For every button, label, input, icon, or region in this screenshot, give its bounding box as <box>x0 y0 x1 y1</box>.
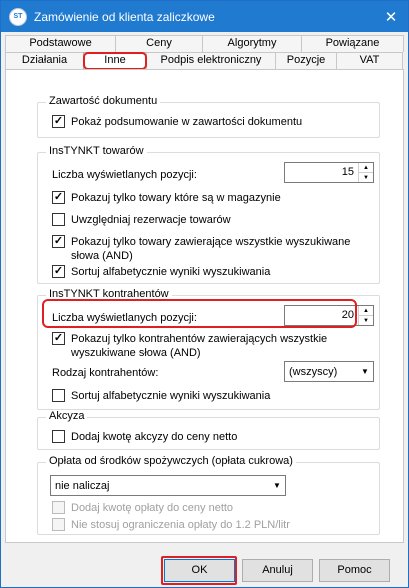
contractor-type-select[interactable]: (wszyscy) ▼ <box>284 361 374 382</box>
group-instynkt-goods: InsTYNKT towarów Liczba wyświetlanych po… <box>37 145 380 284</box>
goods-sort-option[interactable]: ✓ Sortuj alfabetycznie wyniki wyszukiwan… <box>52 265 270 279</box>
add-fee-option[interactable]: Dodaj kwotę opłaty do ceny netto <box>52 501 233 515</box>
stepper-down-icon[interactable]: ▼ <box>359 316 373 325</box>
tab-vat[interactable]: VAT <box>336 52 403 69</box>
chevron-down-icon[interactable]: ▼ <box>269 481 285 490</box>
option-label: Dodaj kwotę opłaty do ceny netto <box>71 502 234 514</box>
goods-reservations-option[interactable]: Uwzględniaj rezerwacje towarów <box>52 213 231 227</box>
chevron-down-icon[interactable]: ▼ <box>357 367 373 376</box>
option-label: Pokazuj tylko towary zawierające wszystk… <box>71 236 351 262</box>
option-label: Sortuj alfabetycznie wyniki wyszukiwania <box>71 390 271 402</box>
option-label: Dodaj kwotę akcyzy do ceny netto <box>71 431 238 443</box>
sugar-fee-mode-select[interactable]: nie naliczaj ▼ <box>50 475 286 496</box>
group-instynkt-contractors: InsTYNKT kontrahentów Liczba wyświetlany… <box>37 288 380 410</box>
dialog-window: ST Zamówienie od klienta zaliczkowe ✕ Po… <box>0 0 409 588</box>
window-title: Zamówienie od klienta zaliczkowe <box>34 9 215 24</box>
tab-row-top: Podstawowe Ceny Algorytmy Powiązane <box>5 35 404 52</box>
goods-count-stepper[interactable]: 15 ▲ ▼ <box>284 162 374 183</box>
no-limit-checkbox[interactable] <box>52 518 65 531</box>
stepper-value[interactable]: 20 <box>285 306 358 325</box>
help-button[interactable]: Pomoc <box>319 559 390 582</box>
tab-podpis-elektroniczny[interactable]: Podpis elektroniczny <box>146 52 276 69</box>
field-label: Rodzaj kontrahentów: <box>52 367 159 379</box>
option-label: Pokazuj tylko towary które są w magazyni… <box>71 192 281 204</box>
goods-sort-checkbox[interactable]: ✓ <box>52 265 65 278</box>
group-legend: InsTYNKT kontrahentów <box>46 288 172 300</box>
contractors-count-label: Liczba wyświetlanych pozycji: <box>52 311 197 325</box>
ok-button[interactable]: OK <box>164 559 235 582</box>
option-label: Uwzględniaj rezerwacje towarów <box>71 214 231 226</box>
goods-count-label: Liczba wyświetlanych pozycji: <box>52 168 197 182</box>
contractors-and-option[interactable]: ✓ Pokazuj tylko kontrahentów zawierający… <box>52 332 362 360</box>
group-legend: Opłata od środków spożywczych (opłata cu… <box>46 455 296 467</box>
stepper-up-icon[interactable]: ▲ <box>359 306 373 316</box>
app-logo-icon: ST <box>9 7 27 26</box>
tab-row-bottom: Działania Inne Podpis elektroniczny Pozy… <box>5 52 404 69</box>
group-document-content: Zawartość dokumentu ✓ Pokaż podsumowanie… <box>37 95 380 138</box>
select-value: nie naliczaj <box>55 479 110 492</box>
tab-dzialania[interactable]: Działania <box>5 52 84 69</box>
dialog-footer: OK Anuluj Pomoc <box>1 546 408 587</box>
goods-in-stock-option[interactable]: ✓ Pokazuj tylko towary które są w magazy… <box>52 191 281 205</box>
tab-podstawowe[interactable]: Podstawowe <box>5 35 116 52</box>
add-excise-checkbox[interactable] <box>52 430 65 443</box>
stepper-value[interactable]: 15 <box>285 163 358 182</box>
field-label: Liczba wyświetlanych pozycji: <box>52 169 197 181</box>
tab-panel-inne: Zawartość dokumentu ✓ Pokaż podsumowanie… <box>5 69 404 543</box>
group-legend: Zawartość dokumentu <box>46 95 161 107</box>
tab-powiazane[interactable]: Powiązane <box>301 35 404 52</box>
tab-inne[interactable]: Inne <box>83 52 147 69</box>
option-label: Nie stosuj ograniczenia opłaty do 1.2 PL… <box>71 519 290 531</box>
title-bar[interactable]: ST Zamówienie od klienta zaliczkowe ✕ <box>1 1 408 32</box>
group-sugar-fee: Opłata od środków spożywczych (opłata cu… <box>37 455 380 535</box>
tab-pozycje[interactable]: Pozycje <box>275 52 337 69</box>
field-label: Liczba wyświetlanych pozycji: <box>52 312 197 324</box>
add-excise-option[interactable]: Dodaj kwotę akcyzy do ceny netto <box>52 430 237 444</box>
option-label: Sortuj alfabetycznie wyniki wyszukiwania <box>71 266 271 278</box>
select-value: (wszyscy) <box>289 365 338 378</box>
contractors-sort-checkbox[interactable] <box>52 389 65 402</box>
no-limit-option[interactable]: Nie stosuj ograniczenia opłaty do 1.2 PL… <box>52 518 290 532</box>
goods-and-checkbox[interactable]: ✓ <box>52 235 65 248</box>
goods-in-stock-checkbox[interactable]: ✓ <box>52 191 65 204</box>
option-label: Pokaż podsumowanie w zawartości dokument… <box>71 116 303 128</box>
contractors-count-stepper[interactable]: 20 ▲ ▼ <box>284 305 374 326</box>
contractors-sort-option[interactable]: Sortuj alfabetycznie wyniki wyszukiwania <box>52 389 270 403</box>
stepper-down-icon[interactable]: ▼ <box>359 173 373 182</box>
tab-algorytmy[interactable]: Algorytmy <box>202 35 302 52</box>
add-fee-checkbox[interactable] <box>52 501 65 514</box>
goods-and-option[interactable]: ✓ Pokazuj tylko towary zawierające wszys… <box>52 235 372 263</box>
goods-reservations-checkbox[interactable] <box>52 213 65 226</box>
cancel-button[interactable]: Anuluj <box>242 559 313 582</box>
group-legend: Akcyza <box>46 410 88 422</box>
contractor-type-label: Rodzaj kontrahentów: <box>52 366 158 380</box>
stepper-up-icon[interactable]: ▲ <box>359 163 373 173</box>
group-excise: Akcyza Dodaj kwotę akcyzy do ceny netto <box>37 410 380 450</box>
close-icon[interactable]: ✕ <box>374 1 408 32</box>
group-legend: InsTYNKT towarów <box>46 145 147 157</box>
tab-ceny[interactable]: Ceny <box>115 35 203 52</box>
show-summary-checkbox[interactable]: ✓ <box>52 115 65 128</box>
show-summary-option[interactable]: ✓ Pokaż podsumowanie w zawartości dokume… <box>52 115 302 129</box>
contractors-and-checkbox[interactable]: ✓ <box>52 332 65 345</box>
option-label: Pokazuj tylko kontrahentów zawierających… <box>71 333 328 359</box>
